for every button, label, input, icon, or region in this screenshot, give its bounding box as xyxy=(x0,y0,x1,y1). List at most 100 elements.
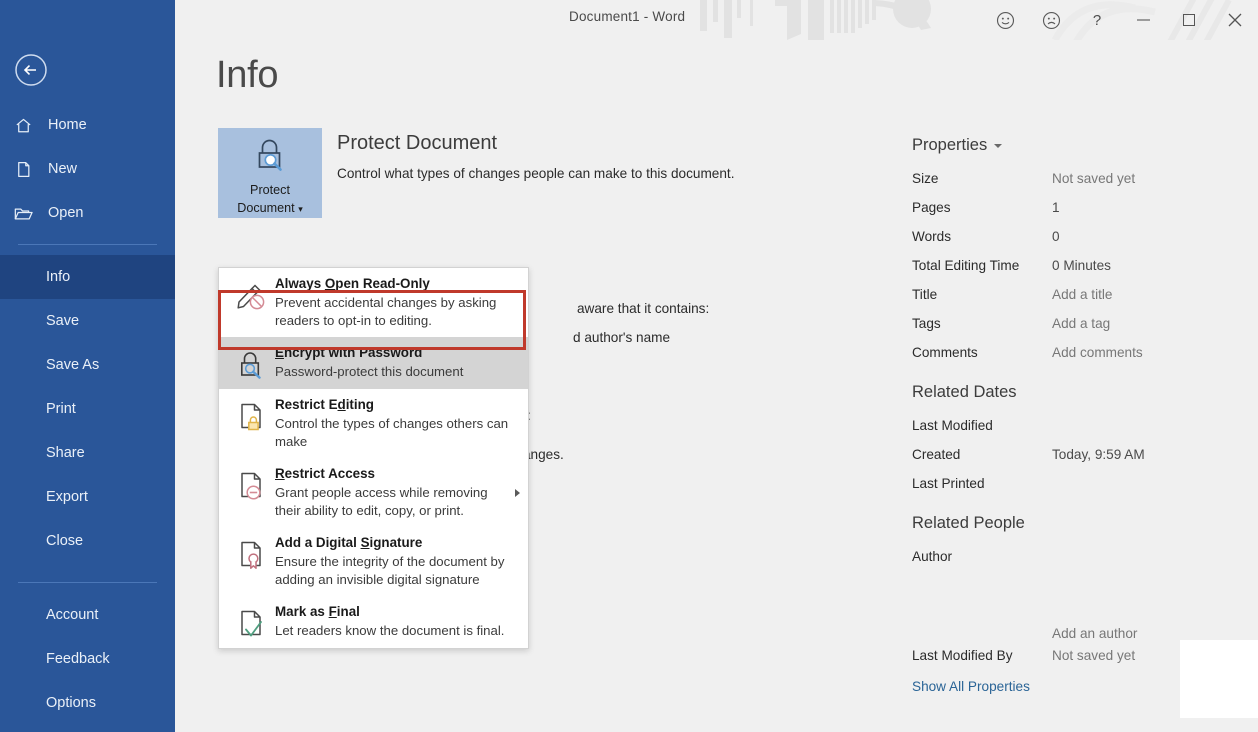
sidebar-item-print[interactable]: Print xyxy=(0,387,175,431)
property-row: Tags Add a tag xyxy=(912,309,1258,338)
property-row: Title Add a title xyxy=(912,280,1258,309)
document-signature-icon xyxy=(229,534,275,588)
smiley-feedback-icon[interactable] xyxy=(982,5,1028,35)
menu-item-description: Ensure the integrity of the document by … xyxy=(275,554,505,587)
menu-item-encrypt-with-password[interactable]: Encrypt with Password Password-protect t… xyxy=(219,337,528,389)
properties-pane: Properties Size Not saved yet Pages 1 Wo… xyxy=(912,136,1258,694)
related-person-row: Author xyxy=(912,542,1258,571)
window-controls: ? xyxy=(982,0,1258,40)
menu-item-always-open-read-only[interactable]: Always Open Read-Only Prevent accidental… xyxy=(219,268,528,337)
main-content: Info Protect Document ▾ Protect Document… xyxy=(175,40,1258,732)
related-person-value: Not saved yet xyxy=(1052,648,1136,663)
sidebar-item-save[interactable]: Save xyxy=(0,299,175,343)
sidebar-item-open[interactable]: Open xyxy=(0,191,175,235)
pencil-no-entry-icon xyxy=(229,275,275,329)
lock-key-icon xyxy=(229,344,275,381)
sidebar-nav: Home New Open Info Save Save As Print Sh… xyxy=(0,103,175,725)
sidebar-item-label: Open xyxy=(48,205,84,221)
menu-item-title: Encrypt with Password xyxy=(275,345,423,360)
help-icon[interactable]: ? xyxy=(1074,5,1120,35)
property-key: Pages xyxy=(912,200,951,215)
property-value-title-input[interactable]: Add a title xyxy=(1052,287,1112,302)
word-backstage-info-screen: Document1 - Word ? Home New Open Info Sa… xyxy=(0,0,1258,732)
property-row: Size Not saved yet xyxy=(912,164,1258,193)
sidebar-item-label: Home xyxy=(48,117,87,133)
sidebar-item-account[interactable]: Account xyxy=(0,593,175,637)
property-value[interactable]: 1 xyxy=(1052,200,1060,215)
menu-item-title: Restrict Access xyxy=(275,466,375,481)
related-date-key: Last Modified xyxy=(912,418,993,433)
property-value-tags-input[interactable]: Add a tag xyxy=(1052,316,1110,331)
back-button[interactable] xyxy=(14,53,48,87)
protect-document-heading: Protect Document xyxy=(337,132,498,154)
protect-document-button[interactable]: Protect Document ▾ xyxy=(218,128,322,218)
menu-item-title: Add a Digital Signature xyxy=(275,535,423,550)
maximize-button[interactable] xyxy=(1166,5,1212,35)
add-an-author-input[interactable]: Add an author xyxy=(1052,626,1137,641)
related-dates-rows: Last Modified Created Today, 9:59 AM Las… xyxy=(912,411,1258,498)
sidebar-item-feedback[interactable]: Feedback xyxy=(0,637,175,681)
open-folder-icon xyxy=(0,204,46,223)
properties-rows: Size Not saved yet Pages 1 Words 0 Total… xyxy=(912,164,1258,367)
sidebar-item-label: Info xyxy=(46,269,71,285)
related-date-key: Created xyxy=(912,447,961,462)
property-key: Total Editing Time xyxy=(912,258,1020,273)
sidebar-item-label: New xyxy=(48,161,78,177)
property-value[interactable]: 0 xyxy=(1052,229,1060,244)
protect-document-label-line2: Document ▾ xyxy=(237,201,303,215)
frown-feedback-icon[interactable] xyxy=(1028,5,1074,35)
sidebar-item-info[interactable]: Info xyxy=(0,255,175,299)
minimize-button[interactable] xyxy=(1120,5,1166,35)
sidebar-item-label: Close xyxy=(46,533,84,549)
property-row: Words 0 xyxy=(912,222,1258,251)
properties-heading[interactable]: Properties xyxy=(912,136,1258,155)
menu-item-title: Always Open Read-Only xyxy=(275,276,430,291)
sidebar-item-label: Print xyxy=(46,401,76,417)
close-button[interactable] xyxy=(1212,5,1258,35)
manage-document-text: anges. xyxy=(523,447,564,462)
sidebar-item-close[interactable]: Close xyxy=(0,519,175,563)
related-people-heading: Related People xyxy=(912,514,1025,532)
protect-document-description: Control what types of changes people can… xyxy=(337,166,735,181)
related-date-row: Last Modified xyxy=(912,411,1258,440)
related-date-key: Last Printed xyxy=(912,476,985,491)
menu-item-mark-as-final[interactable]: Mark as Final Let readers know the docum… xyxy=(219,596,528,648)
menu-item-restrict-editing[interactable]: Restrict Editing Control the types of ch… xyxy=(219,389,528,458)
inspect-document-text-line1: aware that it contains: xyxy=(577,301,710,316)
submenu-arrow-icon xyxy=(515,488,520,497)
home-icon xyxy=(0,116,46,135)
properties-heading-label: Properties xyxy=(912,136,988,154)
sidebar-divider-bottom xyxy=(18,582,157,583)
related-date-row: Last Printed xyxy=(912,469,1258,498)
property-value[interactable]: 0 Minutes xyxy=(1052,258,1111,273)
property-value-comments-input[interactable]: Add comments xyxy=(1052,345,1143,360)
new-document-icon xyxy=(0,160,46,179)
sidebar-item-home[interactable]: Home xyxy=(0,103,175,147)
sidebar-item-new[interactable]: New xyxy=(0,147,175,191)
related-person-row: Add an author xyxy=(912,571,1258,641)
document-check-icon xyxy=(229,603,275,640)
property-key: Tags xyxy=(912,316,941,331)
sidebar-item-save-as[interactable]: Save As xyxy=(0,343,175,387)
menu-item-description: Password-protect this document xyxy=(275,364,464,379)
blank-overlay-rectangle xyxy=(1180,640,1258,718)
page-title: Info xyxy=(216,54,279,96)
inspect-document-text-line2: d author's name xyxy=(573,330,671,345)
sidebar-item-label: Account xyxy=(46,607,99,623)
sidebar-item-options[interactable]: Options xyxy=(0,681,175,725)
menu-item-add-digital-signature[interactable]: Add a Digital Signature Ensure the integ… xyxy=(219,527,528,596)
sidebar-item-label: Options xyxy=(46,695,96,711)
menu-item-title: Restrict Editing xyxy=(275,397,374,412)
sidebar-item-share[interactable]: Share xyxy=(0,431,175,475)
property-value[interactable]: Not saved yet xyxy=(1052,171,1135,186)
related-date-row: Created Today, 9:59 AM xyxy=(912,440,1258,469)
related-dates-heading: Related Dates xyxy=(912,383,1017,401)
lock-magnifier-icon xyxy=(249,135,291,180)
menu-item-description: Let readers know the document is final. xyxy=(275,623,505,638)
sidebar-item-export[interactable]: Export xyxy=(0,475,175,519)
menu-item-restrict-access[interactable]: Restrict Access Grant people access whil… xyxy=(219,458,528,527)
related-date-value: Today, 9:59 AM xyxy=(1052,447,1145,462)
document-minus-icon xyxy=(229,465,275,519)
